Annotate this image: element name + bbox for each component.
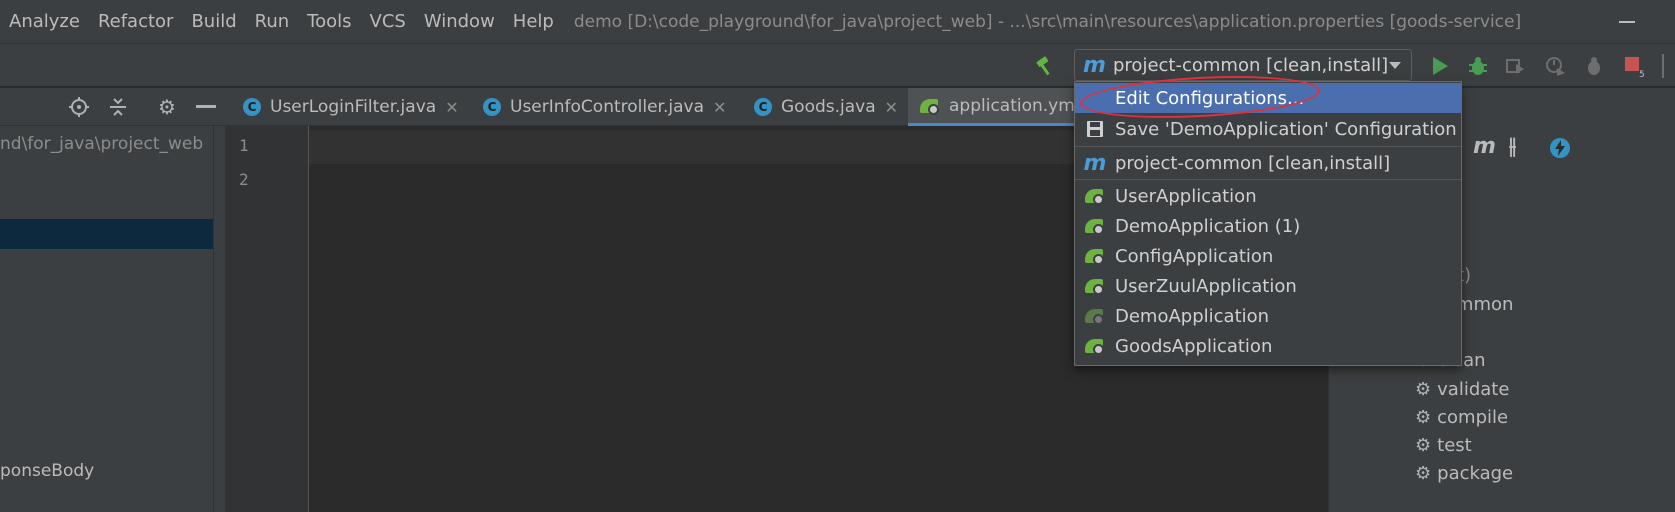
project-panel-header: ⚙	[0, 88, 225, 126]
maven-m-icon: m	[1083, 150, 1107, 176]
collapse-all-icon[interactable]	[106, 95, 130, 119]
maven-m-icon: m	[1083, 52, 1106, 78]
locate-target-icon[interactable]	[67, 95, 91, 119]
config-demo-application[interactable]: DemoApplication	[1075, 301, 1461, 331]
gear-icon: ⚙	[1415, 379, 1432, 400]
run-config-label: project-common [clean,install]	[1113, 54, 1389, 76]
java-class-icon: C	[754, 98, 772, 116]
maven-config-item[interactable]: m project-common [clean,install]	[1075, 148, 1461, 178]
spring-boot-icon	[1084, 337, 1106, 355]
menu-item-label: project-common [clean,install]	[1115, 152, 1391, 174]
tab-userinfocontroller[interactable]: C UserInfoController.java ✕	[483, 88, 726, 126]
skip-tests-icon[interactable]	[1549, 137, 1571, 165]
close-icon[interactable]: ✕	[885, 98, 898, 117]
lifecycle-package[interactable]: ⚙ package	[1415, 459, 1513, 489]
save-configuration-item[interactable]: Save 'DemoApplication' Configuration	[1075, 114, 1461, 144]
profile-icon[interactable]	[1543, 54, 1567, 78]
spring-boot-icon	[1084, 217, 1106, 235]
menu-run[interactable]: Run	[255, 11, 290, 32]
lifecycle-test[interactable]: ⚙ test	[1415, 431, 1472, 461]
line-number: 1	[239, 136, 249, 155]
lifecycle-label: test	[1437, 435, 1472, 456]
menu-window[interactable]: Window	[424, 11, 495, 32]
gear-icon: ⚙	[1415, 463, 1432, 484]
java-class-icon: C	[243, 98, 261, 116]
project-root-path[interactable]: nd\for_java\project_web	[0, 129, 213, 159]
run-icon[interactable]	[1428, 54, 1452, 78]
menu-vcs[interactable]: VCS	[370, 11, 406, 32]
menu-refactor[interactable]: Refactor	[98, 11, 174, 32]
tab-label: application.ym	[949, 95, 1075, 116]
close-icon[interactable]: ✕	[445, 98, 458, 117]
stop-count-badge: 5	[1639, 70, 1645, 78]
editor-gutter: 1 2	[225, 126, 309, 512]
spring-boot-icon	[1084, 247, 1106, 265]
gear-icon[interactable]: ⚙	[155, 95, 179, 119]
tab-userloginfilter[interactable]: C UserLoginFilter.java ✕	[243, 88, 459, 126]
debug-bug-icon[interactable]	[1466, 54, 1490, 78]
toggle-offline-icon[interactable]: ⫲	[1509, 134, 1516, 159]
maven-goal-icon[interactable]: m	[1473, 134, 1496, 159]
menu-separator	[1075, 179, 1461, 180]
project-tree: nd\for_java\project_web ponseBody	[0, 126, 213, 512]
config-user-application[interactable]: UserApplication	[1075, 181, 1461, 211]
lifecycle-validate[interactable]: ⚙ validate	[1415, 375, 1509, 405]
lifecycle-label: package	[1437, 463, 1514, 484]
tab-label: UserLoginFilter.java	[270, 97, 437, 117]
menu-separator	[1075, 146, 1461, 147]
spring-boot-icon	[1084, 277, 1106, 295]
toolbar-overflow-edge	[1662, 54, 1665, 78]
lifecycle-label: compile	[1437, 407, 1509, 428]
menu-help[interactable]: Help	[513, 11, 554, 32]
config-config-application[interactable]: ConfigApplication	[1075, 241, 1461, 271]
hide-panel-icon[interactable]	[194, 95, 218, 119]
config-user-zuul-application[interactable]: UserZuulApplication	[1075, 271, 1461, 301]
minimize-icon[interactable]	[1619, 21, 1635, 23]
menu-item-label: UserZuulApplication	[1115, 275, 1297, 297]
menu-item-label: GoodsApplication	[1115, 335, 1273, 357]
close-icon[interactable]: ✕	[713, 98, 726, 117]
java-class-icon: C	[483, 98, 501, 116]
stop-icon[interactable]: 5	[1622, 54, 1646, 78]
menu-tools[interactable]: Tools	[307, 11, 351, 32]
gear-icon: ⚙	[1415, 407, 1432, 428]
run-config-popup: Edit Configurations... Save 'DemoApplica…	[1074, 81, 1462, 366]
spring-boot-icon	[1084, 187, 1106, 205]
lifecycle-compile[interactable]: ⚙ compile	[1415, 403, 1508, 433]
line-number: 2	[239, 170, 249, 189]
spring-boot-icon	[1084, 307, 1106, 325]
build-hammer-icon[interactable]	[1033, 54, 1057, 78]
menu-item-label: UserApplication	[1115, 185, 1257, 207]
menu-bar: Analyze Refactor Build Run Tools VCS Win…	[0, 0, 1675, 43]
tree-row-selected[interactable]	[0, 219, 213, 249]
config-goods-application[interactable]: GoodsApplication	[1075, 331, 1461, 361]
menu-item-label: Save 'DemoApplication' Configuration	[1115, 118, 1457, 140]
menu-item-label: DemoApplication (1)	[1115, 215, 1301, 237]
spring-config-icon	[919, 97, 941, 115]
gear-icon: ⚙	[1415, 435, 1432, 456]
tab-application-yml[interactable]: application.ym	[908, 88, 1078, 126]
run-with-coverage-icon[interactable]	[1503, 54, 1527, 78]
project-scrollbar[interactable]	[213, 126, 225, 512]
config-demo-application-1[interactable]: DemoApplication (1)	[1075, 211, 1461, 241]
chevron-down-icon[interactable]	[1389, 62, 1401, 69]
lifecycle-label: validate	[1437, 379, 1510, 400]
attach-debugger-icon[interactable]	[1582, 54, 1606, 78]
tab-goods[interactable]: C Goods.java ✕	[754, 88, 898, 126]
menu-item-label: DemoApplication	[1115, 305, 1270, 327]
tab-label: UserInfoController.java	[510, 97, 705, 117]
window-title: demo [D:\code_playground\for_java\projec…	[573, 11, 1522, 32]
tree-row[interactable]: ponseBody	[0, 456, 213, 486]
tab-label: Goods.java	[781, 97, 876, 117]
save-floppy-icon	[1075, 121, 1115, 137]
menu-analyze[interactable]: Analyze	[9, 11, 80, 32]
menu-build[interactable]: Build	[191, 11, 236, 32]
menu-item-label: ConfigApplication	[1115, 245, 1274, 267]
